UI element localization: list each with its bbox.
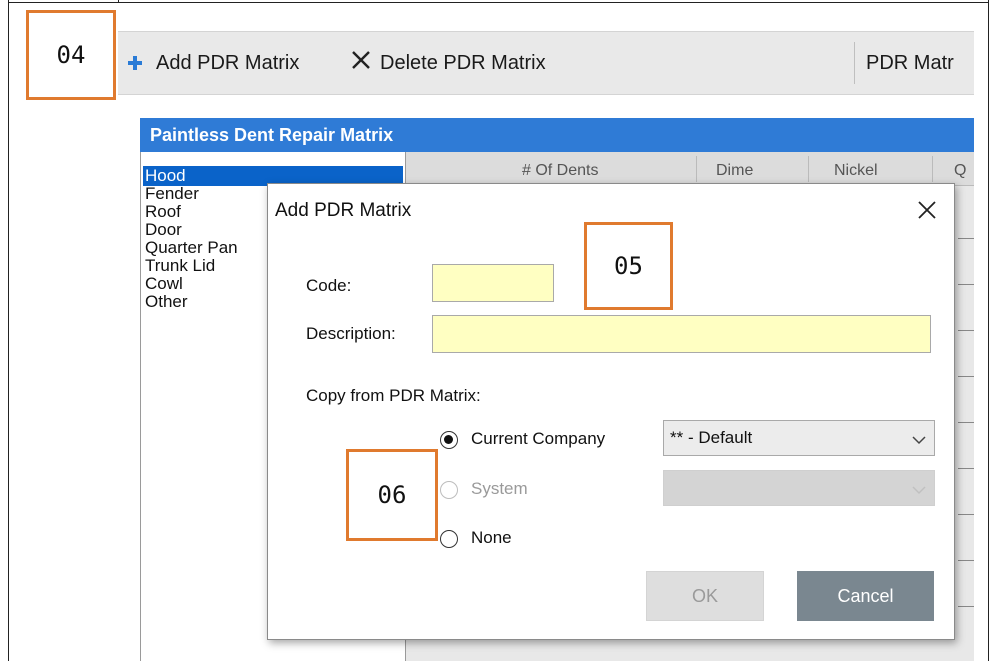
system-radio[interactable] bbox=[440, 481, 458, 499]
document-top-border bbox=[8, 0, 989, 3]
list-item-other[interactable]: Other bbox=[145, 292, 188, 312]
grid-row-line bbox=[958, 330, 974, 331]
code-input[interactable] bbox=[432, 264, 554, 302]
toolbar-separator bbox=[854, 42, 855, 84]
pdr-matrix-menu-button[interactable]: PDR Matr bbox=[866, 32, 954, 94]
list-item-quarter-panel[interactable]: Quarter Pan bbox=[145, 238, 238, 258]
system-label: System bbox=[471, 479, 528, 498]
column-header-dents[interactable]: # Of Dents bbox=[522, 162, 598, 180]
code-label: Code: bbox=[306, 276, 352, 295]
copy-from-label: Copy from PDR Matrix: bbox=[306, 386, 481, 405]
column-separator bbox=[932, 156, 933, 182]
column-separator bbox=[696, 156, 697, 182]
annotation-marker-04: 04 bbox=[26, 10, 116, 100]
annotation-marker-06: 06 bbox=[346, 449, 438, 541]
none-radio[interactable] bbox=[440, 530, 458, 548]
description-label: Description: bbox=[306, 324, 396, 343]
document-cell-divider bbox=[118, 0, 119, 2]
add-pdr-matrix-button[interactable]: Add PDR Matrix bbox=[126, 32, 299, 94]
column-header-quarter[interactable]: Q bbox=[954, 162, 966, 180]
chevron-down-icon bbox=[912, 427, 926, 453]
list-item-cowl[interactable]: Cowl bbox=[145, 274, 183, 294]
current-company-label[interactable]: Current Company bbox=[471, 429, 605, 449]
pdr-matrix-menu-label: PDR Matr bbox=[866, 51, 954, 74]
plus-icon bbox=[126, 54, 144, 72]
none-label[interactable]: None bbox=[471, 528, 512, 548]
current-company-select-value: ** - Default bbox=[670, 428, 753, 447]
column-header-dime[interactable]: Dime bbox=[716, 162, 753, 180]
chevron-down-icon bbox=[912, 477, 926, 503]
grid-row-line bbox=[958, 514, 974, 515]
column-separator bbox=[808, 156, 809, 182]
list-item-trunk-lid[interactable]: Trunk Lid bbox=[145, 256, 215, 276]
add-pdr-matrix-label: Add PDR Matrix bbox=[156, 51, 300, 74]
description-input[interactable] bbox=[432, 315, 931, 353]
current-company-radio[interactable] bbox=[440, 431, 458, 449]
system-select[interactable] bbox=[663, 470, 935, 506]
grid-row-line bbox=[958, 376, 974, 377]
matrix-grid-header: # Of Dents Dime Nickel Q bbox=[406, 152, 974, 186]
dialog-title: Add PDR Matrix bbox=[275, 200, 412, 221]
list-item-fender[interactable]: Fender bbox=[145, 184, 199, 204]
ok-button[interactable]: OK bbox=[646, 571, 764, 621]
column-header-nickel[interactable]: Nickel bbox=[834, 162, 878, 180]
cancel-button[interactable]: Cancel bbox=[797, 571, 934, 621]
list-item-door[interactable]: Door bbox=[145, 220, 182, 240]
matrix-panel-title: Paintless Dent Repair Matrix bbox=[140, 118, 974, 152]
annotation-marker-05: 05 bbox=[584, 222, 673, 310]
grid-row-line bbox=[958, 422, 974, 423]
current-company-select[interactable]: ** - Default bbox=[663, 420, 935, 456]
grid-row-line bbox=[958, 468, 974, 469]
grid-row-line bbox=[958, 606, 974, 607]
delete-pdr-matrix-label: Delete PDR Matrix bbox=[380, 51, 546, 74]
delete-pdr-matrix-button[interactable]: Delete PDR Matrix bbox=[350, 32, 546, 94]
grid-row-line bbox=[958, 284, 974, 285]
list-item-roof[interactable]: Roof bbox=[145, 202, 181, 222]
toolbar: Add PDR Matrix Delete PDR Matrix PDR Mat… bbox=[118, 31, 974, 95]
grid-row-line bbox=[958, 238, 974, 239]
close-icon[interactable] bbox=[912, 194, 942, 227]
close-icon bbox=[350, 49, 372, 77]
grid-row-line bbox=[958, 560, 974, 561]
